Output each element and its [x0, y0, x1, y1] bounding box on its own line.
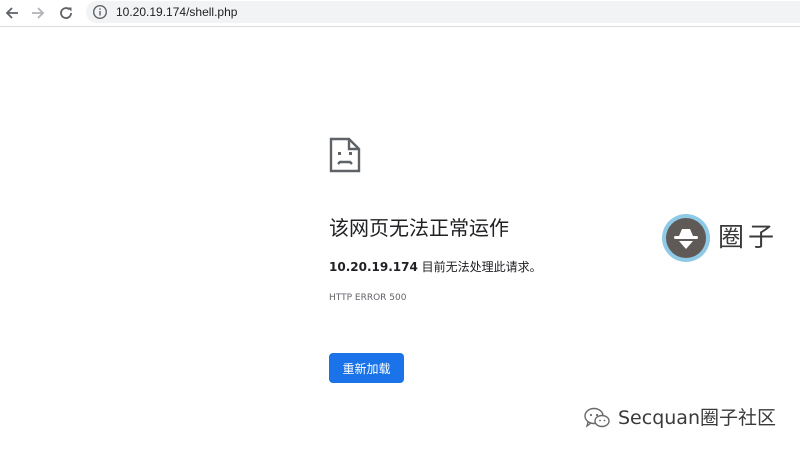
error-message: 目前无法处理此请求。 [417, 260, 542, 274]
error-code: HTTP ERROR 500 [329, 293, 407, 303]
address-bar[interactable]: 10.20.19.174/shell.php [86, 1, 800, 23]
reload-icon [60, 7, 72, 19]
forward-arrow-icon [32, 7, 45, 19]
back-arrow-icon [5, 7, 18, 19]
wechat-icon [584, 407, 610, 428]
sad-document-icon [329, 137, 361, 173]
browser-toolbar: 10.20.19.174/shell.php [0, 0, 800, 27]
reload-page-button[interactable]: 重新加载 [329, 353, 404, 383]
info-icon[interactable] [92, 4, 108, 20]
error-title: 该网页无法正常运作 [329, 216, 509, 240]
error-host: 10.20.19.174 [329, 260, 418, 274]
watermark-brand: 圈子 [718, 223, 779, 253]
reload-button[interactable] [56, 3, 76, 23]
url-text[interactable]: 10.20.19.174/shell.php [116, 4, 237, 20]
error-description: 10.20.19.174 目前无法处理此请求。 [329, 259, 542, 275]
back-button[interactable] [2, 3, 22, 23]
forward-button[interactable] [28, 3, 48, 23]
hat-logo-icon [674, 229, 698, 249]
watermark-footer-text: Secquan圈子社区 [618, 407, 776, 429]
watermark-badge [662, 214, 710, 262]
